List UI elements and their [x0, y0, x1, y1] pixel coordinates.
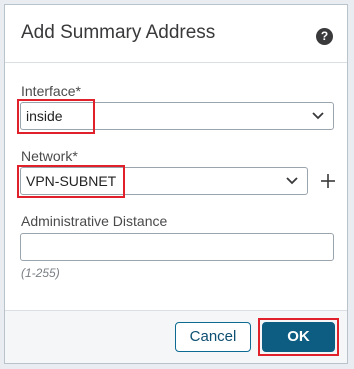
add-summary-address-dialog: Add Summary Address ? Interface* inside … [4, 4, 348, 364]
dialog-title: Add Summary Address [21, 22, 216, 43]
network-highlight [17, 165, 125, 198]
question-circle-icon[interactable]: ? [316, 28, 333, 45]
cancel-button[interactable]: Cancel [175, 322, 251, 352]
chevron-down-icon [312, 112, 324, 120]
admin-distance-hint: (1-255) [21, 266, 60, 280]
admin-distance-label: Administrative Distance [21, 213, 168, 229]
interface-label: Interface* [21, 83, 81, 99]
interface-highlight [17, 99, 95, 134]
network-label: Network* [21, 148, 78, 164]
dialog-header: Add Summary Address ? [5, 5, 347, 63]
admin-distance-input[interactable] [20, 233, 334, 261]
ok-highlight [258, 318, 339, 356]
dialog-footer: Cancel OK [5, 310, 347, 363]
chevron-down-icon [286, 177, 298, 185]
plus-icon[interactable] [321, 174, 335, 188]
